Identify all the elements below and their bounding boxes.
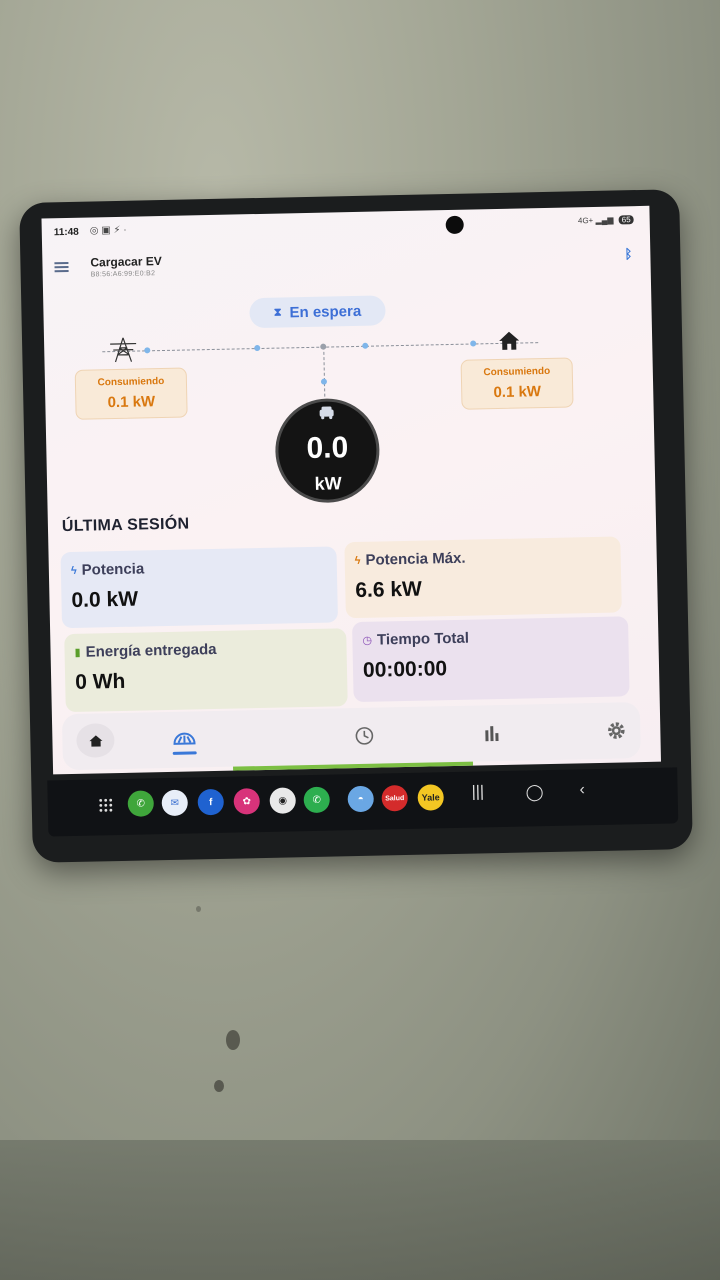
device-id: B8:56:A6:99:E0:B2 xyxy=(90,270,156,279)
flow-dot xyxy=(320,343,327,350)
charger-status: En espera xyxy=(289,302,362,321)
home-consumption-label: Consumiendo xyxy=(483,365,551,379)
car-icon xyxy=(317,405,335,420)
charger-icon xyxy=(173,732,196,745)
grid-consumption-label: Consumiendo xyxy=(97,375,165,389)
bolt-orange-icon: ϟ xyxy=(354,554,361,567)
flow-dot xyxy=(254,344,261,352)
tile-value: 0 Wh xyxy=(74,669,126,694)
bolt-icon: ϟ xyxy=(70,564,77,577)
clock-icon: ◷ xyxy=(362,634,373,647)
flow-dot xyxy=(362,342,369,349)
tile-value: 00:00:00 xyxy=(362,657,448,682)
apps-grid-icon[interactable] xyxy=(98,797,114,813)
back-button[interactable]: ‹ xyxy=(579,781,585,799)
table-stain xyxy=(226,1030,240,1050)
cargacar-app-icon[interactable]: ◓ xyxy=(347,785,374,813)
nav-stats[interactable] xyxy=(472,715,513,752)
phone-app-icon[interactable]: ✆ xyxy=(127,790,155,817)
salud-label: Salud xyxy=(385,794,405,802)
nav-home[interactable] xyxy=(76,723,115,758)
status-right: 4G+ ▂▄▆ 65 xyxy=(578,215,634,225)
yale-app-icon[interactable]: Yale xyxy=(417,784,444,811)
tile-tiempo: ◷ Tiempo Total 00:00:00 xyxy=(352,616,630,703)
nav-history[interactable] xyxy=(344,717,385,754)
home-consumption-value: 0.1 kW xyxy=(493,383,542,402)
menu-icon[interactable] xyxy=(54,261,69,273)
battery-icon: 65 xyxy=(618,215,634,225)
salud-app-icon[interactable]: Salud xyxy=(381,784,408,812)
tile-value: 0.0 kW xyxy=(71,587,139,612)
nav-active-indicator xyxy=(172,751,197,755)
network-label: 4G+ xyxy=(577,215,594,226)
yale-label: Yale xyxy=(421,792,440,803)
tile-potencia-max: ϟ Potencia Máx. 6.6 kW xyxy=(344,536,622,619)
table-shadow xyxy=(0,1140,720,1280)
tile-label: Tiempo Total xyxy=(376,629,470,649)
whatsapp-app-icon[interactable]: ✆ xyxy=(303,786,330,814)
tablet-device: 11:48 ◎ ▣ ⚡ · 4G+ ▂▄▆ 65 Cargacar EV B8:… xyxy=(19,189,693,863)
flow-dot xyxy=(144,347,151,354)
gallery-app-icon[interactable]: ✿ xyxy=(233,788,261,815)
table-stain xyxy=(214,1080,224,1092)
hourglass-icon: ⧗ xyxy=(273,306,282,319)
grid-consumption-value: 0.1 kW xyxy=(107,393,156,412)
facebook-app-icon[interactable]: f xyxy=(197,788,225,816)
home-consumption-card: Consumiendo 0.1 kW xyxy=(460,357,574,410)
status-time: 11:48 xyxy=(53,226,79,239)
tile-potencia: ϟ Potencia 0.0 kW xyxy=(60,546,339,629)
flow-dot xyxy=(320,378,328,385)
charger-status-pill: ⧗ En espera xyxy=(249,295,386,329)
camera-app-icon[interactable]: ◉ xyxy=(269,787,297,814)
bottom-nav xyxy=(61,702,641,771)
status-bar: 11:48 ◎ ▣ ⚡ · 4G+ ▂▄▆ 65 xyxy=(52,212,640,242)
house-icon xyxy=(499,331,520,350)
section-title: ÚLTIMA SESIÓN xyxy=(61,515,190,536)
charge-power-value: 0.0 xyxy=(306,431,349,466)
home-button[interactable]: ◯ xyxy=(525,782,543,802)
bluetooth-icon[interactable]: ᛒ xyxy=(624,246,632,261)
recents-button[interactable]: ||| xyxy=(471,783,484,801)
tile-value: 6.6 kW xyxy=(355,577,423,603)
tile-label: Potencia Máx. xyxy=(365,549,466,569)
charge-power-unit: kW xyxy=(314,473,342,494)
stats-icon xyxy=(485,726,499,742)
home-icon xyxy=(88,734,102,747)
email-app-icon[interactable]: ✉ xyxy=(161,789,189,817)
camera-cutout xyxy=(445,215,464,235)
flow-dot xyxy=(470,340,477,347)
tile-energia: ▮ Energía entregada 0 Wh xyxy=(64,628,348,713)
grid-consumption-card: Consumiendo 0.1 kW xyxy=(74,367,188,420)
battery-icon: ▮ xyxy=(74,646,81,659)
power-tower-icon xyxy=(110,337,137,363)
history-icon xyxy=(355,727,374,745)
notification-icons: ◎ ▣ ⚡ · xyxy=(89,224,127,237)
tile-label: Potencia xyxy=(81,560,145,579)
app-screen: 11:48 ◎ ▣ ⚡ · 4G+ ▂▄▆ 65 Cargacar EV B8:… xyxy=(41,205,662,775)
energy-flow-branch xyxy=(323,346,326,397)
tile-label: Energía entregada xyxy=(85,640,217,661)
nav-settings[interactable] xyxy=(596,712,637,749)
signal-icon: ▂▄▆ xyxy=(595,215,614,225)
charge-power-gauge: 0.0 kW xyxy=(274,397,381,504)
app-title: Cargacar EV xyxy=(90,254,162,270)
table-stain xyxy=(196,906,201,912)
taskbar: ✆ ✉ f ✿ ◉ ✆ ◓ Salud Yale ||| ◯ ‹ xyxy=(47,767,679,837)
gear-icon xyxy=(608,722,625,739)
